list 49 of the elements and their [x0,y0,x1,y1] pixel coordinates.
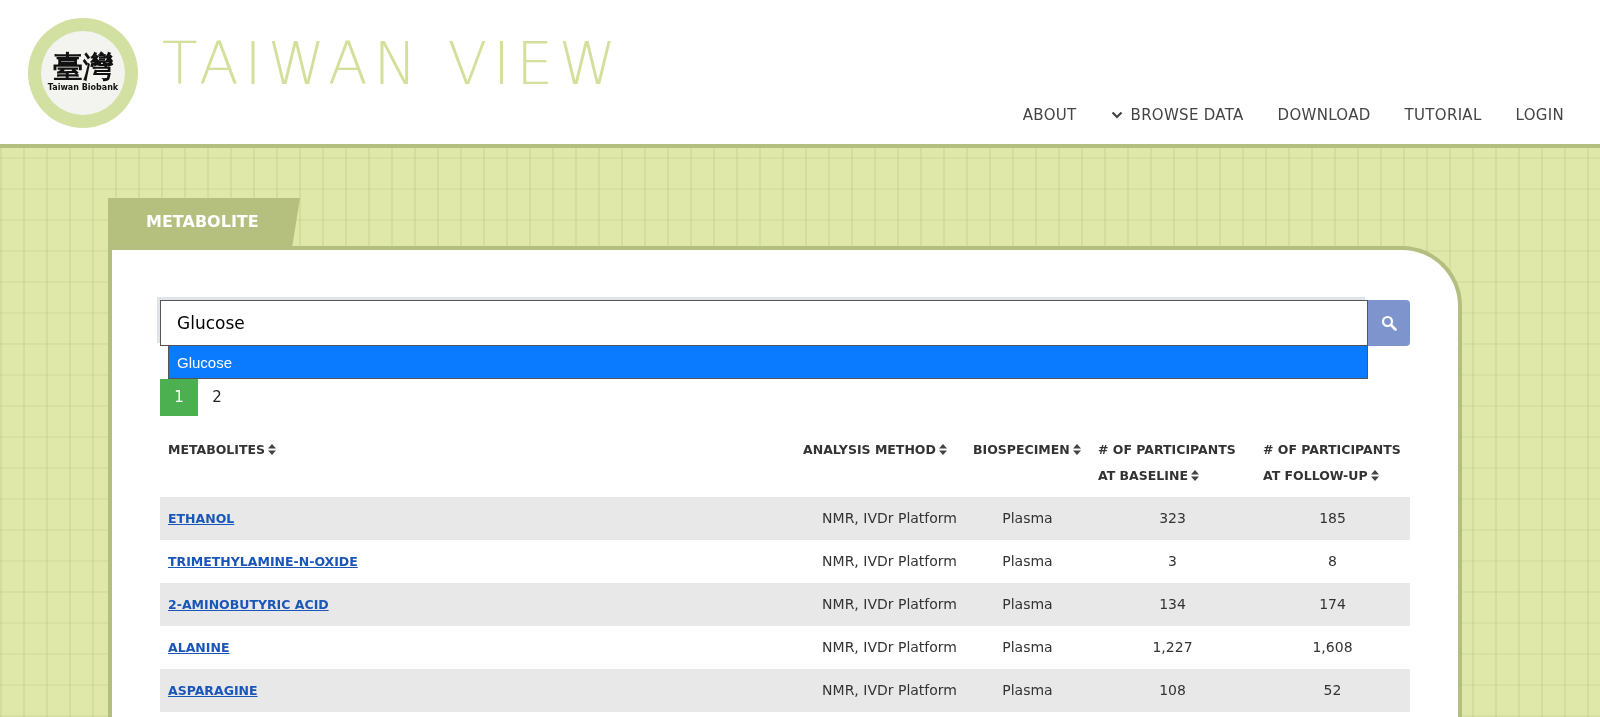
metabolite-link[interactable]: TRIMETHYLAMINE-N-OXIDE [168,554,358,569]
site-title: TAIWAN VIEW [162,30,623,100]
sort-icon [1370,470,1379,481]
table-cell: Plasma [965,540,1090,583]
column-header[interactable]: ANALYSIS METHOD [795,431,965,497]
table-cell: NMR, IVDr Platform [795,497,965,540]
metabolite-link[interactable]: 2-AMINOBUTYRIC ACID [168,597,329,612]
nav-link-item[interactable]: DOWNLOAD [1277,103,1371,126]
nav-link-item[interactable]: LOGIN [1515,103,1564,126]
table-cell: 3 [1090,540,1255,583]
metabolite-link[interactable]: ETHANOL [168,511,235,526]
table-cell: 1,608 [1255,626,1410,669]
table-cell: 52 [1255,669,1410,712]
table-cell: 8 [1255,540,1410,583]
table-cell: 134 [1090,583,1255,626]
table-cell: Plasma [965,583,1090,626]
sort-icon [268,444,277,455]
column-header[interactable]: METABOLITES [160,431,795,497]
column-header[interactable]: # OF PARTICIPANTS AT BASELINE [1090,431,1255,497]
search-icon [1381,315,1397,331]
table-cell: NMR, IVDr Platform [795,626,965,669]
table-cell: Plasma [965,626,1090,669]
sort-icon [1072,444,1081,455]
dropdown-menu-link[interactable]: BROWSE DATA [1110,103,1244,126]
table-cell: 1,227 [1090,626,1255,669]
nav-link-item[interactable]: ABOUT [1022,103,1077,126]
search-field[interactable]: Glucose [160,300,1368,346]
table-cell: 174 [1255,583,1410,626]
nav-link-item[interactable]: TUTORIAL [1404,103,1482,126]
suggestion-item[interactable]: Glucose [168,346,1368,379]
column-header[interactable]: # OF PARTICIPANTS AT FOLLOW-UP [1255,431,1410,497]
sort-icon [1190,470,1199,481]
metabolite-link[interactable]: ALANINE [168,640,230,655]
sort-icon [938,444,947,455]
chevron-icon [1110,110,1123,119]
page-button[interactable]: 2 [198,379,236,416]
table-cell: 108 [1090,669,1255,712]
search-button[interactable] [1368,300,1410,346]
table-cell: NMR, IVDr Platform [795,540,965,583]
table-cell: 185 [1255,497,1410,540]
table-cell: Plasma [965,497,1090,540]
table-cell: 323 [1090,497,1255,540]
table-cell: Plasma [965,669,1090,712]
logo-characters: 臺灣 [53,52,113,82]
table-cell: NMR, IVDr Platform [795,669,965,712]
logo-caption: Taiwan Biobank [47,83,119,94]
table-cell: NMR, IVDr Platform [795,583,965,626]
metabolite-link[interactable]: ASPARAGINE [168,683,258,698]
column-header[interactable]: BIOSPECIMEN [965,431,1090,497]
